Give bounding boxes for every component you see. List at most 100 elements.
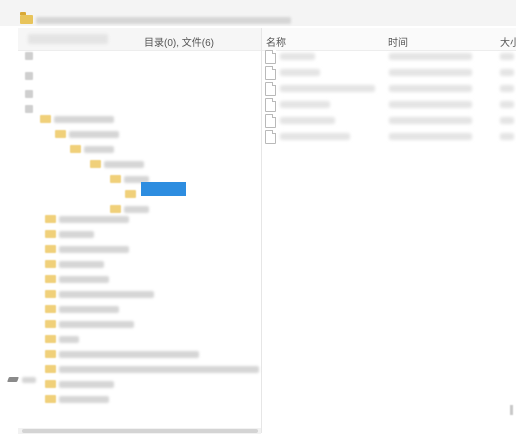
tree-node[interactable] <box>45 333 85 345</box>
file-size <box>500 133 514 140</box>
folder-icon <box>45 260 56 268</box>
file-time <box>389 53 472 60</box>
tree-node[interactable] <box>45 363 265 375</box>
folder-icon <box>45 215 56 223</box>
tree-node[interactable] <box>90 158 150 170</box>
tree-node-label <box>59 231 94 238</box>
file-size <box>500 85 514 92</box>
window-title <box>36 17 291 24</box>
folder-icon <box>25 72 33 80</box>
folder-icon <box>70 145 81 153</box>
file-icon <box>265 50 276 64</box>
tree-node[interactable] <box>45 378 120 390</box>
tree-node[interactable] <box>40 113 120 125</box>
tree-node-label <box>124 206 149 213</box>
tree-node-label <box>84 146 114 153</box>
tree-node-label <box>59 261 104 268</box>
folder-icon <box>110 205 121 213</box>
tree-header: 目录(0), 文件(6) <box>18 28 261 51</box>
tree-node-label <box>59 381 114 388</box>
file-row[interactable] <box>262 114 516 128</box>
file-icon <box>265 114 276 128</box>
tree-node-selected[interactable] <box>141 182 186 196</box>
file-time <box>389 101 472 108</box>
folder-icon <box>45 305 56 313</box>
folder-icon <box>45 230 56 238</box>
folder-icon <box>55 130 66 138</box>
folder-icon <box>25 90 33 98</box>
file-name <box>280 85 375 92</box>
column-header-size[interactable]: 大小 <box>500 34 516 49</box>
file-row[interactable] <box>262 130 516 144</box>
tree-node[interactable] <box>25 88 45 100</box>
tree-node-label <box>59 321 134 328</box>
folder-icon <box>20 12 33 24</box>
tree-node-label <box>59 216 129 223</box>
file-row[interactable] <box>262 98 516 112</box>
tree-node[interactable] <box>45 213 135 225</box>
file-row[interactable] <box>262 82 516 96</box>
title-bar <box>0 0 516 26</box>
column-header-time[interactable]: 时间 <box>388 34 408 49</box>
current-path <box>28 34 108 44</box>
file-list-header: 名称 时间 大小 <box>262 28 516 51</box>
file-row[interactable] <box>262 50 516 64</box>
folder-icon <box>45 275 56 283</box>
tree-node-label <box>59 396 109 403</box>
file-row[interactable] <box>262 66 516 80</box>
tree-node[interactable] <box>55 128 125 140</box>
tree-node[interactable] <box>45 303 125 315</box>
drive-icon[interactable] <box>7 377 19 382</box>
file-list-pane[interactable]: 名称 时间 大小 <box>262 28 516 433</box>
file-time <box>389 69 472 76</box>
tree-node[interactable] <box>45 393 115 405</box>
file-time <box>389 117 472 124</box>
tree-node-label <box>104 161 144 168</box>
tree-node[interactable] <box>45 288 160 300</box>
tree-node-label <box>59 351 199 358</box>
folder-icon <box>45 365 56 373</box>
scrollbar-thumb[interactable] <box>22 429 258 433</box>
file-name <box>280 133 350 140</box>
file-name <box>280 101 330 108</box>
tree-node[interactable] <box>45 258 110 270</box>
file-size <box>500 117 514 124</box>
resize-grip[interactable] <box>510 405 513 415</box>
directory-stats: 目录(0), 文件(6) <box>144 38 214 49</box>
tree-node[interactable] <box>45 318 140 330</box>
file-size <box>500 53 514 60</box>
file-name <box>280 69 320 76</box>
folder-icon <box>40 115 51 123</box>
file-icon <box>265 130 276 144</box>
tree-node[interactable] <box>70 143 120 155</box>
file-icon <box>265 98 276 112</box>
tree-node[interactable] <box>45 228 100 240</box>
file-size <box>500 69 514 76</box>
drive-label <box>22 377 36 383</box>
folder-icon <box>45 350 56 358</box>
tree-node[interactable] <box>25 50 45 62</box>
tree-node[interactable] <box>45 348 205 360</box>
tree-node-label <box>69 131 119 138</box>
folder-icon <box>45 335 56 343</box>
folder-icon <box>25 105 33 113</box>
folder-icon <box>90 160 101 168</box>
folder-icon <box>110 175 121 183</box>
file-size <box>500 101 514 108</box>
tree-node-label <box>59 291 154 298</box>
tree-node[interactable] <box>45 243 135 255</box>
tree-node-label <box>59 306 119 313</box>
file-icon <box>265 82 276 96</box>
folder-icon <box>45 320 56 328</box>
tree-horizontal-scrollbar[interactable] <box>18 428 261 434</box>
file-time <box>389 133 472 140</box>
column-header-name[interactable]: 名称 <box>266 34 286 49</box>
file-name <box>280 53 315 60</box>
tree-node[interactable] <box>45 273 115 285</box>
folder-icon <box>45 395 56 403</box>
file-time <box>389 85 472 92</box>
tree-node[interactable] <box>25 70 45 82</box>
tree-node-label <box>59 246 129 253</box>
tree-node-label <box>59 276 109 283</box>
file-name <box>280 117 335 124</box>
